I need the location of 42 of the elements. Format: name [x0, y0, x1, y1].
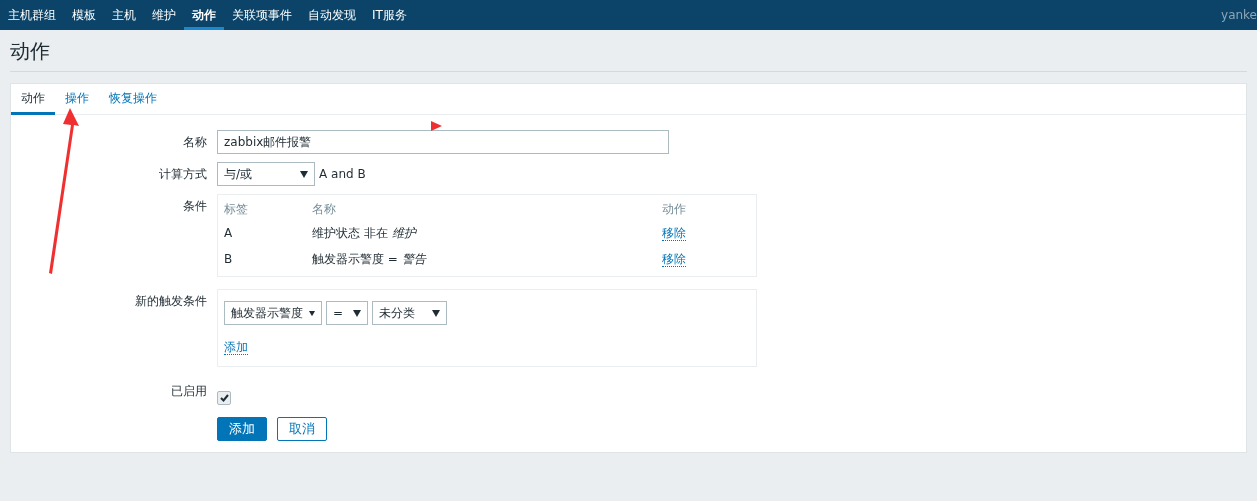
name-field[interactable]: zabbix邮件报警 — [217, 130, 669, 154]
user-name[interactable]: yanke — [1221, 8, 1257, 22]
column-header: 动作 — [662, 201, 687, 218]
nav-tab[interactable]: 主机群组 — [0, 0, 64, 30]
enabled-checkbox[interactable] — [217, 391, 231, 405]
nav-tab[interactable]: 自动发现 — [300, 0, 364, 30]
nav-tab[interactable]: 模板 — [64, 0, 104, 30]
condition-select[interactable]: 未分类 — [372, 301, 447, 325]
caret-icon — [309, 309, 315, 317]
tab[interactable]: 动作 — [11, 84, 55, 115]
table-cell: A — [224, 220, 312, 246]
column-header: 名称 — [312, 199, 662, 220]
field-label: 计算方式 — [158, 166, 207, 183]
nav-tab[interactable]: 维护 — [144, 0, 184, 30]
formula-text: A and B — [319, 167, 366, 181]
condition-select[interactable]: 触发器示警度 — [224, 301, 322, 325]
nav-tab[interactable]: IT服务 — [364, 0, 415, 30]
remove-link[interactable]: 移除 — [662, 251, 686, 267]
caret-icon — [432, 309, 440, 317]
add-link[interactable]: 添加 — [224, 340, 248, 355]
table-cell: 触发器示警度 = 警告 — [312, 246, 662, 272]
field-label: 新的触发条件 — [134, 293, 207, 310]
tab[interactable]: 操作 — [55, 84, 99, 115]
table-cell: 维护状态 非在 维护 — [312, 220, 662, 246]
remove-link[interactable]: 移除 — [662, 225, 686, 241]
caret-icon — [300, 170, 308, 178]
condition-select[interactable]: = — [326, 301, 368, 325]
nav-tab[interactable]: 主机 — [104, 0, 144, 30]
field-label: 已启用 — [170, 383, 207, 400]
field-label: 条件 — [182, 198, 207, 215]
nav-tab[interactable]: 关联项事件 — [224, 0, 300, 30]
caret-icon — [353, 309, 361, 317]
column-header: 标签 — [224, 199, 312, 220]
triangle-annotation — [431, 121, 442, 131]
calculation-select[interactable]: 与/或 — [217, 162, 315, 186]
cancel-button[interactable]: 取消 — [277, 417, 327, 441]
table-cell: B — [224, 246, 312, 272]
tab[interactable]: 恢复操作 — [99, 84, 167, 115]
nav-tab[interactable]: 动作 — [184, 0, 224, 30]
field-label: 名称 — [182, 134, 207, 151]
add-button[interactable]: 添加 — [217, 417, 267, 441]
page-title: 动作 — [10, 30, 1247, 72]
